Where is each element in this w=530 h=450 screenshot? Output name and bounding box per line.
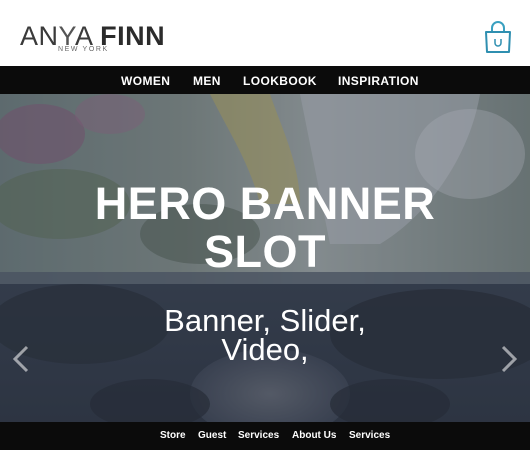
footer-link-services-2[interactable]: Services bbox=[349, 422, 390, 450]
site-header: ANYA FINN NEW YORK bbox=[0, 0, 530, 66]
footer-link-store[interactable]: Store bbox=[160, 422, 186, 450]
nav-item-inspiration[interactable]: INSPIRATION bbox=[338, 66, 419, 94]
shopping-bag-icon[interactable] bbox=[482, 21, 514, 55]
brand-tagline: NEW YORK bbox=[58, 46, 109, 53]
chevron-left-icon[interactable] bbox=[8, 344, 34, 374]
footer-link-guest[interactable]: Guest bbox=[198, 422, 226, 450]
footer-link-about-us[interactable]: About Us bbox=[292, 422, 336, 450]
brand-logo[interactable]: ANYA FINN NEW YORK bbox=[20, 22, 180, 56]
nav-item-women[interactable]: WOMEN bbox=[121, 66, 170, 94]
main-navigation: WOMEN MEN LOOKBOOK INSPIRATION bbox=[0, 66, 530, 94]
hero-title-line1: HERO BANNER bbox=[94, 178, 436, 229]
brand-name-part1: AN bbox=[20, 21, 59, 51]
chevron-right-icon[interactable] bbox=[496, 344, 522, 374]
hero-banner[interactable]: HERO BANNER SLOT Banner, Slider, Video, bbox=[0, 94, 530, 422]
footer-link-services[interactable]: Services bbox=[238, 422, 279, 450]
brand-name-part4: FINN bbox=[100, 21, 166, 51]
hero-subtitle-line2: Video, bbox=[221, 332, 309, 367]
nav-item-men[interactable]: MEN bbox=[193, 66, 221, 94]
footer-navigation: Store Guest Services About Us Services bbox=[0, 422, 530, 450]
nav-item-lookbook[interactable]: LOOKBOOK bbox=[243, 66, 317, 94]
hero-title-line2: SLOT bbox=[204, 226, 326, 277]
